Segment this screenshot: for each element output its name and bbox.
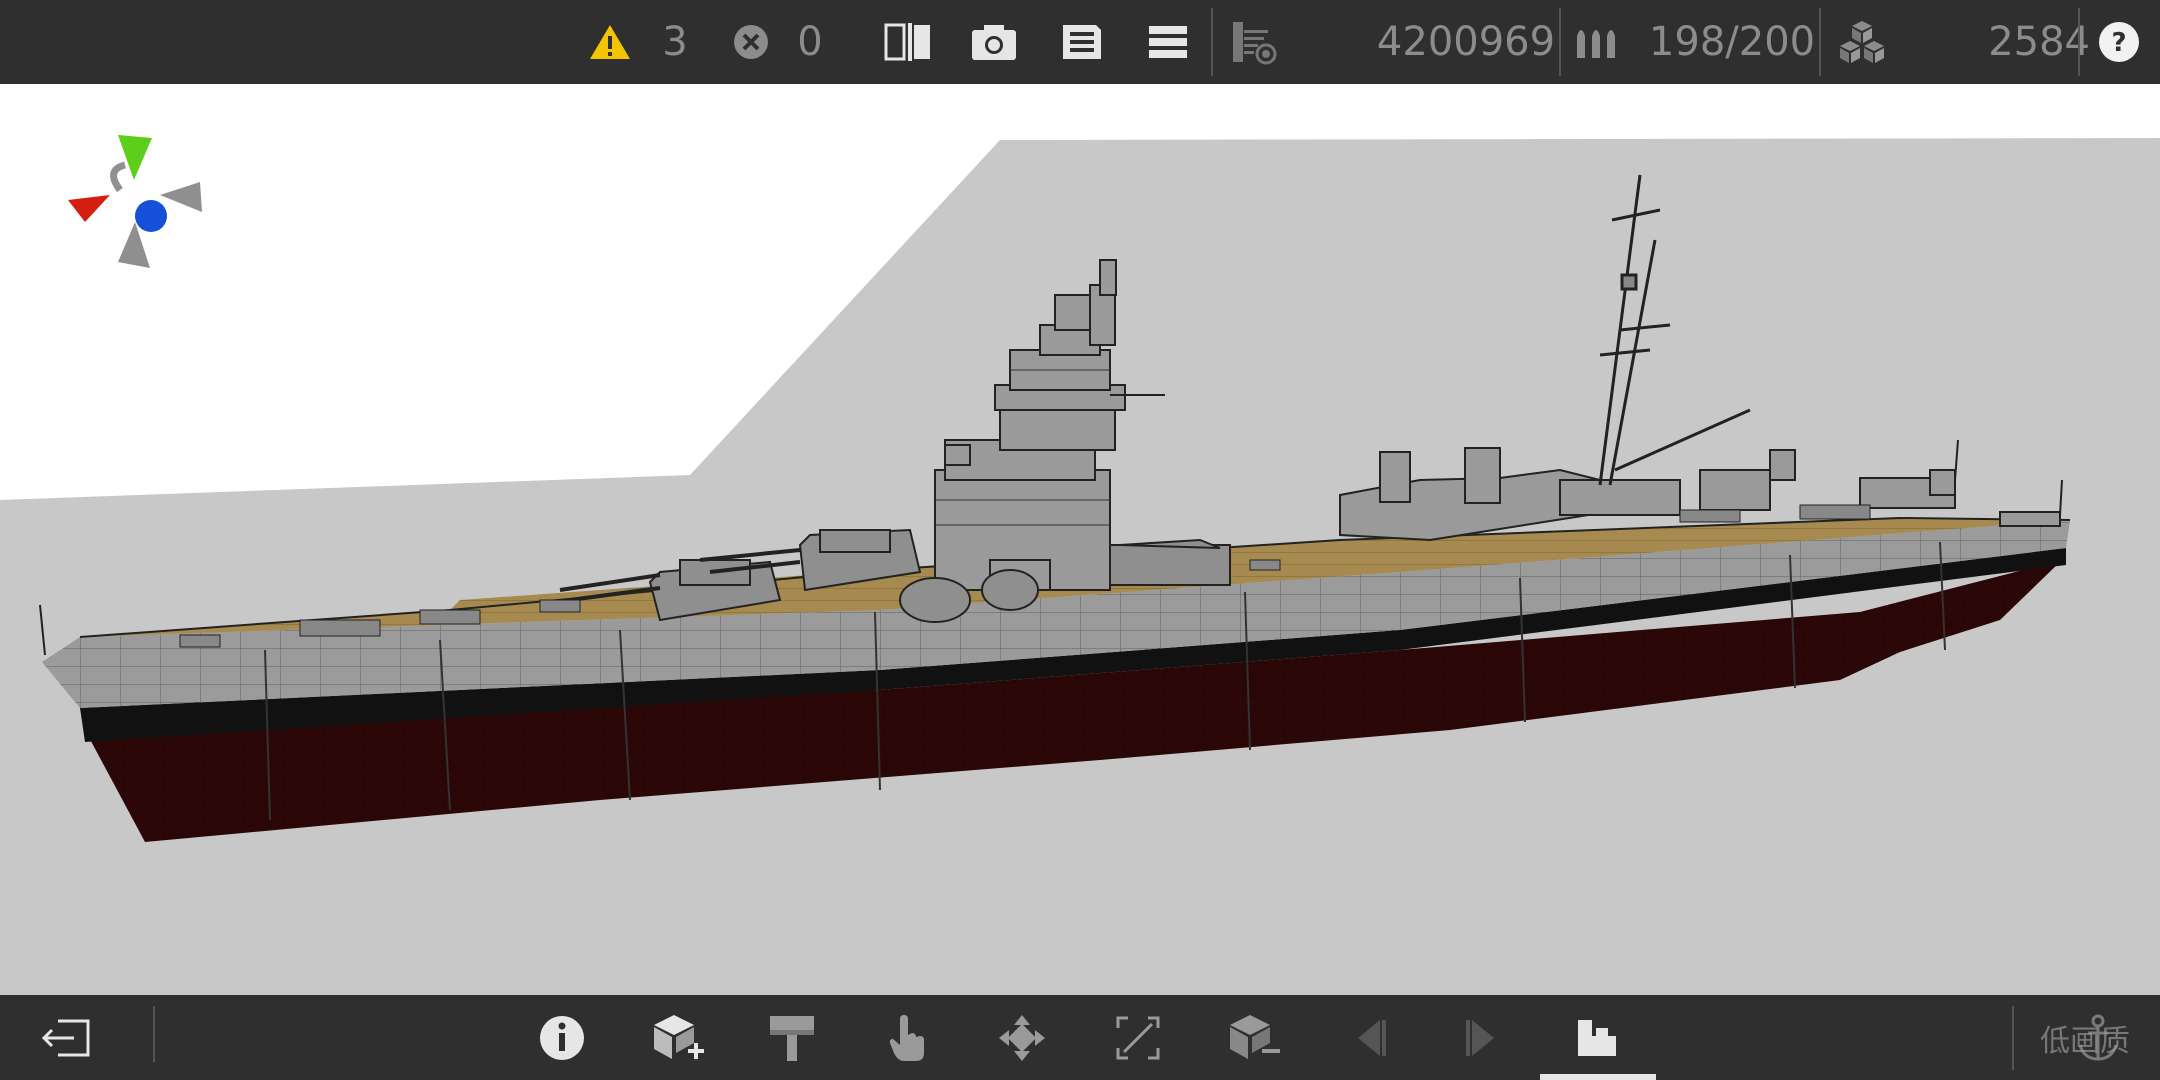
- screenshot-button[interactable]: [966, 0, 1022, 84]
- toolbar-divider: [1559, 8, 1561, 76]
- layers-button[interactable]: [1226, 0, 1282, 84]
- add-block-button[interactable]: [646, 995, 710, 1080]
- camera-mode-button[interactable]: [1568, 995, 1628, 1080]
- blocks-button[interactable]: [1834, 0, 1890, 84]
- add-block-icon: [654, 1014, 704, 1059]
- anchor-button[interactable]: [2068, 995, 2128, 1080]
- help-button[interactable]: ?: [2094, 0, 2144, 84]
- ammo-icon: [1577, 30, 1615, 58]
- svg-text:?: ?: [2111, 28, 2126, 58]
- touch-icon: [889, 1014, 924, 1061]
- bottom-divider: [153, 1006, 155, 1062]
- ammo-button[interactable]: [1570, 0, 1626, 84]
- camera-mode-icon: [1578, 1019, 1616, 1056]
- error-button[interactable]: [728, 0, 774, 84]
- info-button[interactable]: [532, 995, 592, 1080]
- save-icon: [1063, 25, 1101, 59]
- next-icon: [1466, 1019, 1494, 1056]
- anchor-icon: [2078, 1014, 2118, 1061]
- bottom-divider: [2012, 1006, 2014, 1070]
- warning-button[interactable]: [585, 0, 635, 84]
- ship-scene[interactable]: [0, 84, 2160, 995]
- toolbar-divider: [1819, 8, 1821, 76]
- save-button[interactable]: [1054, 0, 1110, 84]
- remove-block-button[interactable]: [1222, 995, 1286, 1080]
- active-tab-indicator: [1540, 1074, 1656, 1080]
- prev-icon: [1358, 1019, 1386, 1056]
- mirror-icon: [884, 23, 930, 61]
- screenshot-icon: [972, 25, 1016, 60]
- next-button[interactable]: [1454, 995, 1510, 1080]
- layers-icon: [1233, 22, 1277, 65]
- exit-icon: [41, 1019, 90, 1056]
- remove-block-icon: [1230, 1014, 1280, 1059]
- move-icon: [999, 1014, 1045, 1061]
- blocks-count: 2584: [1988, 19, 2090, 65]
- scale-button[interactable]: [1108, 995, 1168, 1080]
- ammo-count: 198/200: [1648, 19, 1816, 65]
- build-viewport[interactable]: [0, 84, 2160, 995]
- menu-icon: [1149, 26, 1187, 58]
- scale-icon: [1116, 1016, 1160, 1059]
- touch-button[interactable]: [878, 995, 938, 1080]
- menu-button[interactable]: [1140, 0, 1196, 84]
- paint-icon: [770, 1015, 814, 1061]
- warning-icon: [590, 25, 630, 59]
- exit-button[interactable]: [36, 995, 96, 1080]
- errors-count: 0: [797, 19, 823, 65]
- blocks-icon: [1840, 21, 1884, 63]
- move-button[interactable]: [992, 995, 1052, 1080]
- prev-button[interactable]: [1342, 995, 1398, 1080]
- paint-button[interactable]: [762, 995, 822, 1080]
- error-icon: [734, 25, 768, 59]
- bottom-toolbar: [0, 995, 2160, 1080]
- toolbar-divider: [1211, 8, 1213, 76]
- info-icon: [540, 1015, 584, 1060]
- score-value: 4200969: [1376, 19, 1556, 65]
- warnings-count: 3: [662, 19, 688, 65]
- mirror-button[interactable]: [880, 0, 936, 84]
- help-icon: ?: [2099, 22, 2139, 62]
- toolbar-divider: [2078, 8, 2080, 76]
